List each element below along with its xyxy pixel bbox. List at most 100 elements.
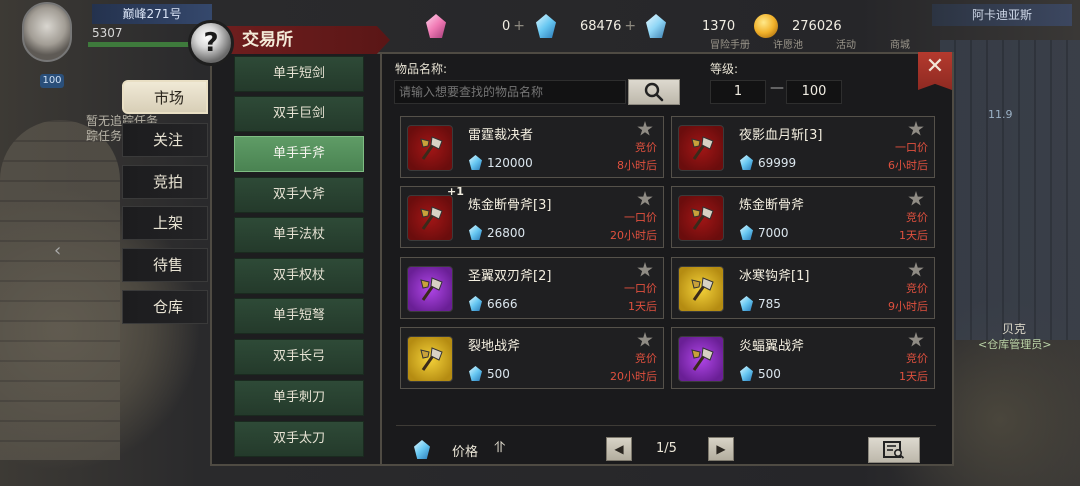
- footer-divider: [396, 425, 936, 426]
- price: 7000: [740, 225, 789, 240]
- item-icon: [407, 195, 453, 241]
- category-item[interactable]: 双手权杖: [234, 258, 364, 294]
- item-name: 裂地战斧: [468, 339, 521, 354]
- level-min-input[interactable]: 1: [710, 80, 766, 104]
- item-icon: [678, 266, 724, 312]
- item-card[interactable]: 冰寒钩斧[1] 竞价 9小时后 785: [671, 257, 935, 319]
- bound-gem-icon: [646, 14, 666, 38]
- menu-shop[interactable]: 商城: [890, 36, 910, 51]
- tab-warehouse[interactable]: 仓库: [122, 290, 208, 324]
- category-item-active[interactable]: 单手手斧: [234, 136, 364, 172]
- price-value: 6666: [487, 296, 518, 311]
- menu-adventure-book[interactable]: 冒险手册: [710, 36, 750, 51]
- region-name: 阿卡迪亚斯: [932, 4, 1072, 26]
- category-item[interactable]: 单手短弩: [234, 298, 364, 334]
- item-card[interactable]: 炎蝠翼战斧 竞价 1天后 500: [671, 327, 935, 389]
- axe-icon: [420, 206, 443, 230]
- currency-gold[interactable]: 276026: [754, 14, 842, 38]
- category-item[interactable]: 双手大斧: [234, 177, 364, 213]
- currency-blue-gem[interactable]: 68476 +: [536, 14, 636, 38]
- add-icon[interactable]: +: [513, 18, 525, 34]
- price-value: 69999: [758, 155, 797, 170]
- price-value: 500: [487, 366, 510, 381]
- search-input[interactable]: [394, 80, 626, 104]
- price: 785: [740, 296, 781, 311]
- prev-page-button[interactable]: ◀: [606, 437, 632, 461]
- item-card[interactable]: 裂地战斧 竞价 20小时后 500: [400, 327, 664, 389]
- category-item[interactable]: 单手短剑: [234, 56, 364, 92]
- sort-label[interactable]: 价格: [452, 441, 478, 460]
- item-card[interactable]: 夜影血月斩[3] 一口价 6小时后 69999: [671, 116, 935, 178]
- item-card[interactable]: +1 炼金断骨斧[3] 一口价 20小时后 26800: [400, 185, 664, 248]
- item-icon: [678, 336, 724, 382]
- item-name: 雷霆裁决者: [468, 128, 534, 143]
- item-name: 圣翼双刃斧[2]: [468, 269, 552, 284]
- axe-icon: [420, 347, 443, 371]
- sort-toggle-icon[interactable]: ⥣: [494, 438, 505, 456]
- item-icon: [407, 266, 453, 312]
- item-name-label: 物品名称:: [395, 62, 448, 76]
- tab-list-item[interactable]: 上架: [122, 206, 208, 240]
- sale-type: 一口价: [624, 211, 657, 224]
- star-icon[interactable]: [908, 121, 924, 136]
- star-icon[interactable]: [908, 191, 924, 206]
- chevron-left-icon[interactable]: ‹: [54, 240, 61, 261]
- star-icon[interactable]: [908, 262, 924, 277]
- star-icon[interactable]: [637, 332, 653, 347]
- price-value: 785: [758, 296, 781, 311]
- price-value: 7000: [758, 225, 789, 240]
- search-button[interactable]: [628, 79, 680, 105]
- next-page-button[interactable]: ▶: [708, 437, 734, 461]
- currency-value: 276026: [792, 18, 842, 34]
- distance-label: 11.9: [988, 108, 1013, 121]
- axe-icon: [691, 277, 714, 301]
- category-item[interactable]: 单手刺刀: [234, 380, 364, 416]
- player-avatar[interactable]: [22, 2, 72, 62]
- menu-wishing-pool[interactable]: 许愿池: [773, 36, 803, 51]
- tab-market[interactable]: 市场: [122, 80, 208, 114]
- star-icon[interactable]: [908, 332, 924, 347]
- enhance-level: +1: [447, 185, 464, 198]
- item-card[interactable]: 雷霆裁决者 竞价 8小时后 120000: [400, 116, 664, 178]
- category-item[interactable]: 双手太刀: [234, 421, 364, 457]
- star-icon[interactable]: [637, 191, 653, 206]
- category-item[interactable]: 单手法杖: [234, 217, 364, 253]
- sale-type: 一口价: [895, 141, 928, 154]
- currency-pink-gem[interactable]: 0 +: [426, 14, 525, 38]
- menu-events[interactable]: 活动: [836, 36, 856, 51]
- item-name: 夜影血月斩[3]: [739, 128, 823, 143]
- axe-icon: [691, 347, 714, 371]
- tab-watchlist[interactable]: 关注: [122, 123, 208, 157]
- star-icon[interactable]: [637, 262, 653, 277]
- blue-gem-icon: [469, 296, 482, 311]
- price: 120000: [469, 155, 533, 170]
- my-listings-button[interactable]: [868, 437, 920, 463]
- page-indicator: 1/5: [656, 441, 677, 456]
- category-item[interactable]: 双手长弓: [234, 339, 364, 375]
- sort-gem-icon: [414, 440, 430, 459]
- price: 69999: [740, 155, 796, 170]
- item-card[interactable]: 炼金断骨斧 竞价 1天后 7000: [671, 186, 935, 248]
- add-icon[interactable]: +: [624, 18, 636, 34]
- gold-coin-icon: [754, 14, 778, 38]
- level-max-input[interactable]: 100: [786, 80, 842, 104]
- time-left: 9小时后: [888, 300, 928, 313]
- tab-pending[interactable]: 待售: [122, 248, 208, 282]
- item-card[interactable]: 圣翼双刃斧[2] 一口价 1天后 6666: [400, 257, 664, 319]
- tab-auction[interactable]: 竞拍: [122, 165, 208, 199]
- item-icon: [407, 336, 453, 382]
- time-left: 8小时后: [617, 159, 657, 172]
- axe-icon: [420, 277, 443, 301]
- category-item[interactable]: 双手巨剑: [234, 96, 364, 132]
- time-left: 1天后: [899, 370, 928, 383]
- axe-icon: [691, 136, 714, 160]
- currency-value: 1370: [702, 18, 736, 34]
- price-value: 120000: [487, 155, 533, 170]
- search-icon: [644, 82, 664, 102]
- help-button[interactable]: ?: [188, 20, 234, 66]
- currency-bound-gem[interactable]: 1370: [646, 14, 735, 38]
- star-icon[interactable]: [637, 121, 653, 136]
- category-panel: 单手短剑 双手巨剑 单手手斧 双手大斧 单手法杖 双手权杖 单手短弩 双手长弓 …: [210, 52, 384, 466]
- sale-type: 一口价: [624, 282, 657, 295]
- list-search-icon: [883, 441, 905, 459]
